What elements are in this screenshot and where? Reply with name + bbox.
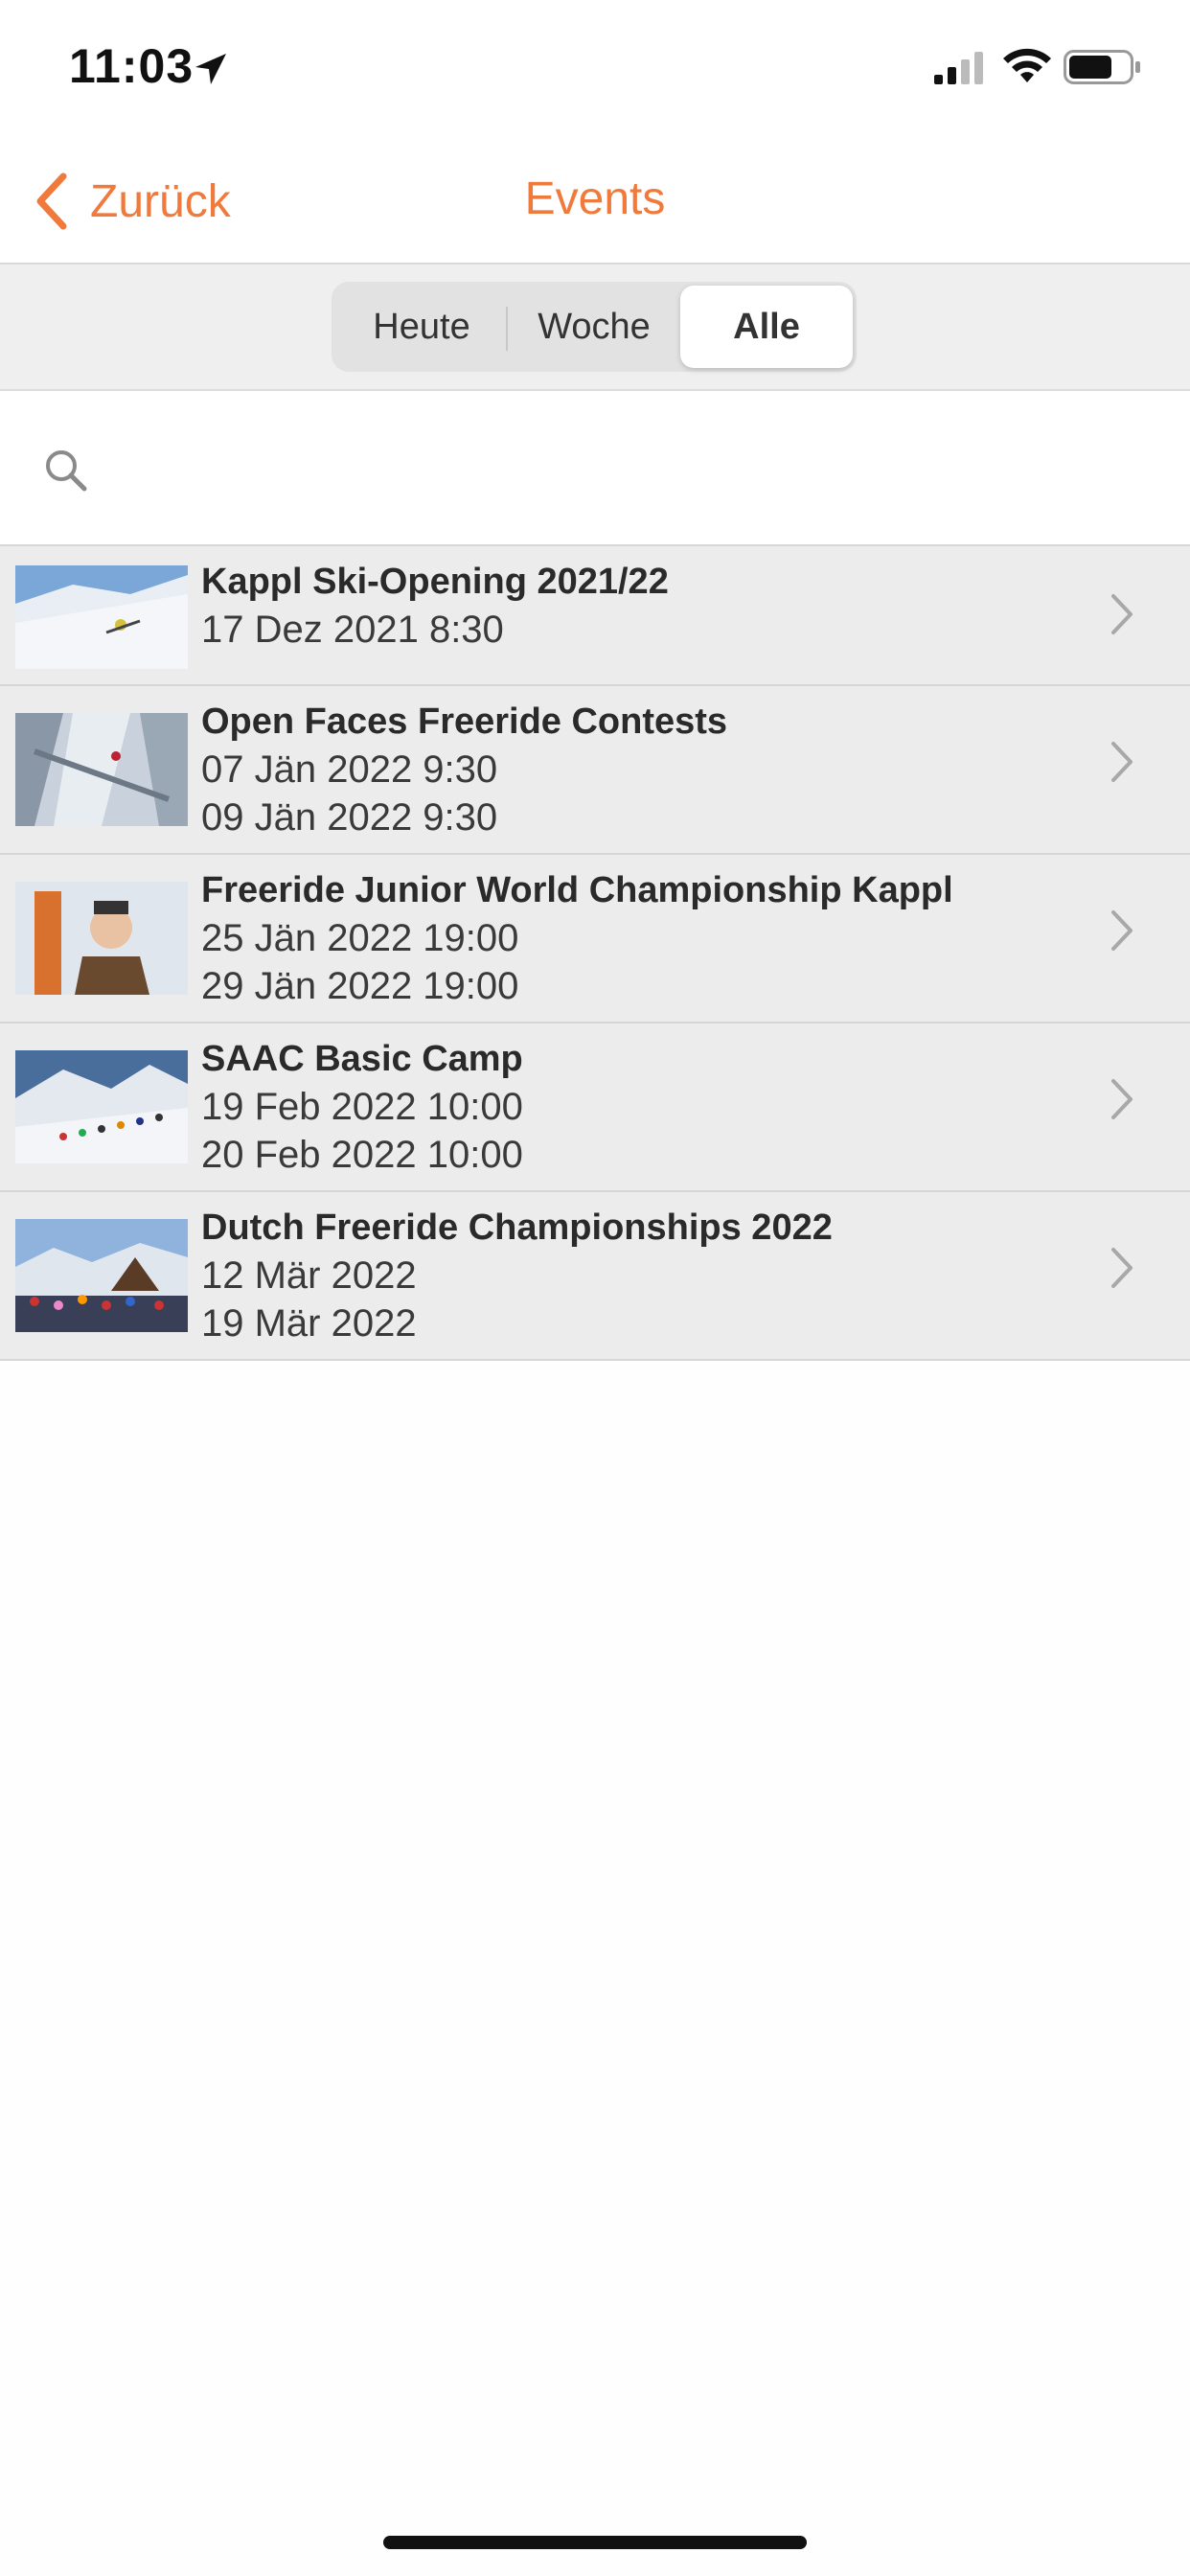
- event-date: 19 Feb 2022 10:00: [201, 1086, 523, 1128]
- signal-icon: [934, 52, 983, 84]
- event-text: SAAC Basic Camp 19 Feb 2022 10:00 20 Feb…: [201, 1035, 1075, 1179]
- event-title: Freeride Junior World Championship Kappl: [201, 870, 953, 910]
- event-title: Open Faces Freeride Contests: [201, 702, 728, 742]
- event-date: 29 Jän 2022 19:00: [201, 965, 519, 1007]
- chevron-right-icon: [1111, 910, 1133, 951]
- search-bar: [0, 391, 1190, 544]
- event-text: Open Faces Freeride Contests 07 Jän 2022…: [201, 698, 1075, 841]
- event-date: 09 Jän 2022 9:30: [201, 796, 498, 839]
- battery-icon: [1064, 50, 1140, 84]
- wifi-icon: [1003, 48, 1051, 82]
- chevron-right-icon: [1111, 742, 1133, 782]
- home-indicator[interactable]: [383, 2536, 807, 2549]
- event-thumbnail: [15, 1050, 188, 1163]
- event-thumbnail: [15, 713, 188, 826]
- status-bar: 11:03: [0, 0, 1190, 144]
- event-row[interactable]: SAAC Basic Camp 19 Feb 2022 10:00 20 Feb…: [0, 1024, 1190, 1192]
- event-title: SAAC Basic Camp: [201, 1039, 523, 1079]
- segmented-control: Heute Woche Alle: [332, 282, 857, 372]
- event-row[interactable]: Open Faces Freeride Contests 07 Jän 2022…: [0, 686, 1190, 855]
- event-list: Kappl Ski-Opening 2021/22 17 Dez 2021 8:…: [0, 544, 1190, 1361]
- filter-bar: Heute Woche Alle: [0, 264, 1190, 391]
- status-time: 11:03: [69, 39, 195, 93]
- segment-today[interactable]: Heute: [335, 286, 508, 368]
- event-thumbnail: [15, 565, 188, 669]
- event-row[interactable]: Dutch Freeride Championships 2022 12 Mär…: [0, 1192, 1190, 1361]
- event-date: 20 Feb 2022 10:00: [201, 1134, 523, 1176]
- event-date: 17 Dez 2021 8:30: [201, 609, 504, 651]
- page-title: Events: [524, 173, 666, 224]
- event-date: 07 Jän 2022 9:30: [201, 748, 498, 791]
- event-date: 25 Jän 2022 19:00: [201, 917, 519, 959]
- event-row[interactable]: Freeride Junior World Championship Kappl…: [0, 855, 1190, 1024]
- event-text: Freeride Junior World Championship Kappl…: [201, 866, 1075, 1010]
- event-text: Dutch Freeride Championships 2022 12 Mär…: [201, 1204, 1075, 1347]
- event-title: Dutch Freeride Championships 2022: [201, 1208, 833, 1248]
- event-row[interactable]: Kappl Ski-Opening 2021/22 17 Dez 2021 8:…: [0, 546, 1190, 686]
- event-date: 19 Mär 2022: [201, 1302, 417, 1345]
- segment-week[interactable]: Woche: [508, 286, 680, 368]
- event-text: Kappl Ski-Opening 2021/22 17 Dez 2021 8:…: [201, 558, 1075, 654]
- event-thumbnail: [15, 1219, 188, 1332]
- location-arrow-icon: [195, 54, 226, 84]
- chevron-right-icon: [1111, 594, 1133, 634]
- event-thumbnail: [15, 882, 188, 995]
- search-icon: [46, 450, 87, 492]
- search-input[interactable]: [105, 433, 1144, 508]
- segment-all[interactable]: Alle: [680, 286, 853, 368]
- event-date: 12 Mär 2022: [201, 1254, 417, 1297]
- event-title: Kappl Ski-Opening 2021/22: [201, 562, 669, 602]
- navigation-bar: Zurück Events: [0, 144, 1190, 264]
- chevron-right-icon: [1111, 1079, 1133, 1119]
- chevron-right-icon: [1111, 1248, 1133, 1288]
